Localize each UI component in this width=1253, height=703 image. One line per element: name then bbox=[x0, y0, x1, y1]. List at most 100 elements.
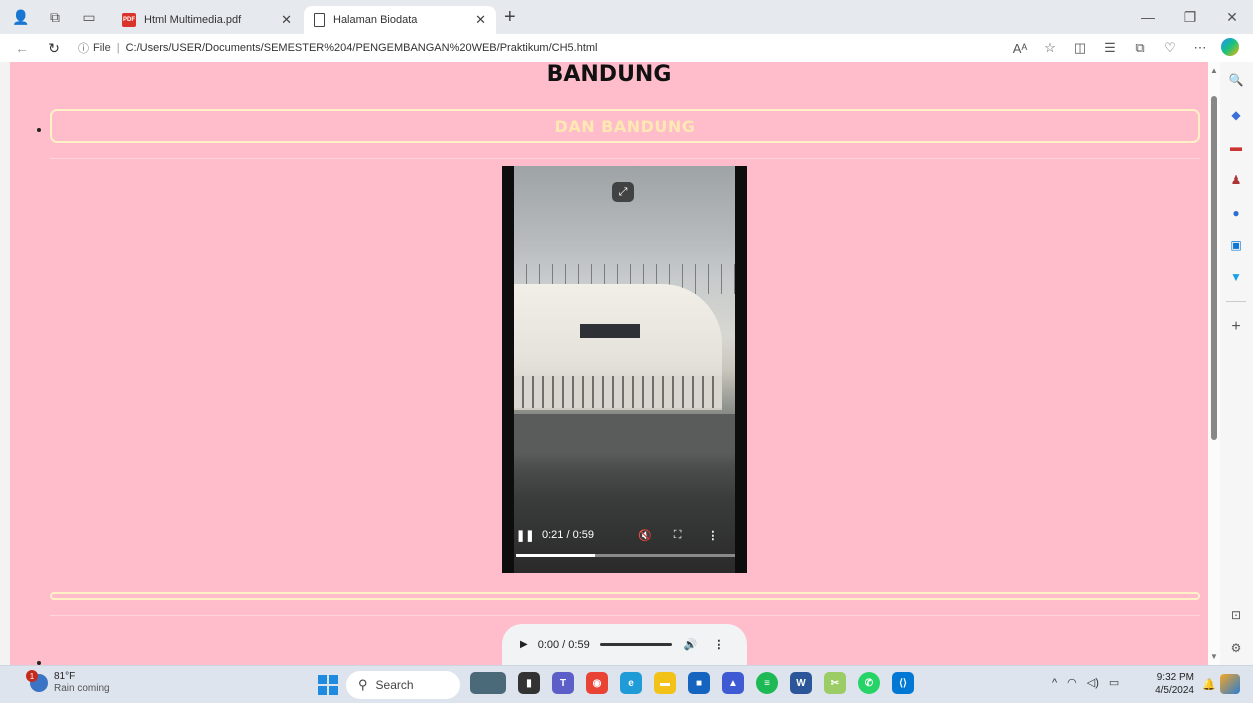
weather-widget[interactable]: 1 81°F Rain coming bbox=[26, 670, 110, 695]
audio-time: 0:00 / 0:59 bbox=[537, 638, 590, 651]
back-button[interactable]: ← bbox=[10, 40, 34, 56]
vscode-icon[interactable]: ⟨⟩ bbox=[892, 672, 914, 694]
divider bbox=[50, 158, 1200, 159]
video-more-icon[interactable]: ⋮ bbox=[707, 529, 718, 542]
picture-in-picture-icon[interactable]: ⤢ bbox=[612, 182, 634, 202]
reload-button[interactable]: ↻ bbox=[42, 40, 66, 57]
toolbar-right: Aᴬ ☆ ◫ ☰ ⧉ ♡ ⋯ bbox=[1005, 34, 1245, 62]
spotify-icon[interactable]: ≡ bbox=[756, 672, 778, 694]
outlook-icon[interactable]: ▣ bbox=[1228, 237, 1244, 253]
tab-title: Halaman Biodata bbox=[333, 14, 418, 26]
tab-title: Html Multimedia.pdf bbox=[144, 14, 242, 26]
audio-more-icon[interactable]: ⋮ bbox=[713, 638, 724, 651]
copilot-icon[interactable] bbox=[1215, 37, 1245, 59]
teams-icon[interactable]: T bbox=[552, 672, 574, 694]
play-icon[interactable]: ▶ bbox=[520, 639, 528, 650]
navigation-bar: ← ↻ ⓘ File | C:/Users/USER/Documents/SEM… bbox=[0, 34, 1253, 62]
close-icon[interactable]: ✕ bbox=[475, 12, 486, 28]
scroll-up-icon[interactable]: ▲ bbox=[1210, 66, 1218, 75]
tools-icon[interactable]: ▬ bbox=[1228, 139, 1244, 155]
wifi-icon[interactable]: ◠ bbox=[1067, 676, 1077, 689]
divider bbox=[50, 615, 1200, 616]
window-controls: — ❐ ✕ bbox=[1127, 0, 1253, 34]
restore-icon[interactable]: ❐ bbox=[1169, 0, 1211, 34]
close-icon[interactable]: ✕ bbox=[281, 12, 292, 28]
pause-icon[interactable]: ❚❚ bbox=[516, 529, 534, 542]
video-frame: ⤢ bbox=[514, 166, 735, 573]
taskbar-clock[interactable]: 9:32 PM 4/5/2024 bbox=[1152, 671, 1194, 697]
favorite-star-icon[interactable]: ☆ bbox=[1035, 40, 1065, 56]
chrome-icon[interactable]: ◉ bbox=[586, 672, 608, 694]
audio-player[interactable]: ▶ 0:00 / 0:59 🔊 ⋮ bbox=[502, 624, 747, 665]
collections-icon[interactable]: ⧉ bbox=[1125, 40, 1155, 56]
page-scrollbar[interactable]: ▲ ▼ bbox=[1208, 62, 1220, 665]
whatsapp-icon[interactable]: ✆ bbox=[858, 672, 880, 694]
list-bullet bbox=[37, 128, 41, 132]
add-icon[interactable]: + bbox=[1228, 318, 1244, 335]
tab-halaman-biodata[interactable]: Halaman Biodata ✕ bbox=[304, 6, 496, 34]
store-icon[interactable]: ■ bbox=[688, 672, 710, 694]
browser-essentials-icon[interactable]: ♡ bbox=[1155, 40, 1185, 56]
page-heading: BANDUNG bbox=[546, 62, 672, 87]
hide-sidebar-icon[interactable]: ⊡ bbox=[1228, 607, 1244, 623]
taskbar-search[interactable]: ⚲ Search bbox=[346, 671, 460, 699]
drop-icon[interactable]: ▼ bbox=[1228, 269, 1244, 285]
address-separator: | bbox=[116, 42, 120, 54]
minimize-icon[interactable]: — bbox=[1127, 0, 1169, 34]
banner-text: DAN BANDUNG bbox=[554, 116, 696, 136]
video-progress-fill bbox=[516, 554, 595, 557]
word-icon[interactable]: W bbox=[790, 672, 812, 694]
clock-date: 4/5/2024 bbox=[1155, 685, 1194, 696]
more-icon[interactable]: ⋯ bbox=[1185, 40, 1215, 56]
video-controls: ❚❚ 0:21 / 0:59 🔇 ⛶ ⋮ bbox=[516, 523, 735, 563]
clock-time: 9:32 PM bbox=[1156, 672, 1194, 683]
task-view-icon[interactable]: ▮ bbox=[518, 672, 540, 694]
profile-icon[interactable]: 👤 bbox=[8, 4, 34, 30]
weather-icon: 1 bbox=[26, 670, 48, 692]
video-progress-bar[interactable] bbox=[516, 554, 735, 557]
scroll-down-icon[interactable]: ▼ bbox=[1210, 652, 1218, 661]
games-icon[interactable]: ♟ bbox=[1228, 172, 1244, 188]
url-text[interactable]: C:/Users/USER/Documents/SEMESTER%204/PEN… bbox=[126, 42, 598, 54]
tray-overflow-icon[interactable]: ^ bbox=[1052, 677, 1057, 689]
shopping-tag-icon[interactable]: ◆ bbox=[1228, 107, 1244, 123]
taskbar-apps: ▮ T ◉ e ▬ ■ ▲ ≡ W ✂ ✆ ⟨⟩ bbox=[470, 672, 926, 694]
copilot-taskbar-icon[interactable] bbox=[1220, 674, 1240, 694]
edge-icon[interactable]: e bbox=[620, 672, 642, 694]
photo-app-icon[interactable]: ▲ bbox=[722, 672, 744, 694]
favorites-icon[interactable]: ☰ bbox=[1095, 40, 1125, 56]
search-icon: ⚲ bbox=[358, 677, 368, 692]
sidebar-divider bbox=[1226, 301, 1246, 302]
scrollbar-thumb[interactable] bbox=[1211, 96, 1217, 440]
file-explorer-icon[interactable]: ▬ bbox=[654, 672, 676, 694]
windows-taskbar: 1 81°F Rain coming ⚲ Search ▮ T ◉ e ▬ ■ … bbox=[0, 665, 1253, 703]
search-icon[interactable]: 🔍 bbox=[1228, 72, 1244, 88]
split-screen-icon[interactable]: ◫ bbox=[1065, 40, 1095, 56]
widget-app-icon[interactable] bbox=[470, 672, 506, 694]
tab-html-multimedia[interactable]: PDF Html Multimedia.pdf ✕ bbox=[112, 6, 302, 34]
settings-gear-icon[interactable]: ⚙ bbox=[1228, 640, 1244, 656]
workspaces-icon[interactable]: ⧉ bbox=[42, 4, 68, 30]
video-player[interactable]: ⤢ ❚❚ 0:21 / 0:59 🔇 ⛶ ⋮ bbox=[502, 166, 747, 573]
volume-icon[interactable]: 🔊 bbox=[684, 638, 698, 651]
notification-bell-icon[interactable]: 🔔 bbox=[1202, 678, 1216, 691]
window-close-icon[interactable]: ✕ bbox=[1211, 0, 1253, 34]
address-bar[interactable]: ⓘ File | C:/Users/USER/Documents/SEMESTE… bbox=[78, 40, 918, 56]
new-tab-button[interactable]: + bbox=[504, 6, 516, 29]
pdf-icon: PDF bbox=[122, 13, 136, 27]
start-button[interactable] bbox=[318, 675, 338, 695]
banner-box: DAN BANDUNG bbox=[50, 109, 1200, 143]
info-icon[interactable]: ⓘ bbox=[78, 40, 89, 56]
audio-progress-bar[interactable] bbox=[599, 643, 672, 646]
page-content: BANDUNG DAN BANDUNG ⤢ ❚❚ 0:21 / 0:59 🔇 ⛶… bbox=[10, 62, 1208, 665]
microsoft-365-icon[interactable]: ● bbox=[1228, 205, 1244, 221]
mute-icon[interactable]: 🔇 bbox=[638, 529, 652, 542]
tab-actions-icon[interactable]: ▭ bbox=[76, 4, 102, 30]
tab-bar: 👤 ⧉ ▭ PDF Html Multimedia.pdf ✕ Halaman … bbox=[0, 0, 1253, 34]
read-aloud-icon[interactable]: Aᴬ bbox=[1005, 41, 1035, 56]
fullscreen-icon[interactable]: ⛶ bbox=[674, 529, 682, 542]
speaker-icon[interactable]: ◁) bbox=[1087, 676, 1099, 689]
snipping-tool-icon[interactable]: ✂ bbox=[824, 672, 846, 694]
battery-icon[interactable]: ▭ bbox=[1109, 676, 1119, 689]
road bbox=[514, 414, 735, 454]
